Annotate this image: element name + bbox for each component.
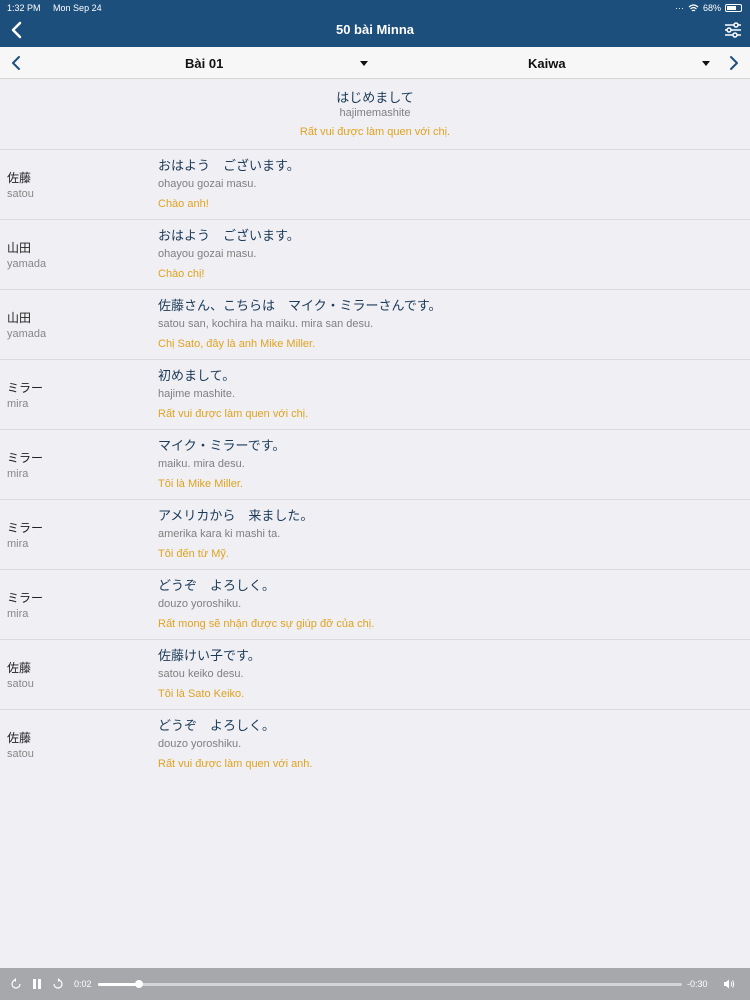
line-japanese: 初めまして。 (158, 368, 236, 383)
signal-icon: ··· (674, 3, 684, 13)
dialogue-row[interactable]: ミラー mira 初めまして。 hajime mashite. Rất vui đượ… (0, 360, 750, 430)
speaker-romaji: satou (7, 188, 34, 200)
speaker-name: 山田 (7, 241, 32, 255)
speaker-romaji: yamada (7, 258, 47, 270)
speaker-name: ミラー (7, 451, 44, 465)
line-japanese: おはよう ございます。 (158, 158, 300, 173)
content-type-caret-icon[interactable] (702, 61, 710, 66)
audio-player: 0:02 -0:30 (0, 968, 750, 1000)
line-vietnamese: Chị Sato, đây là anh Mike Miller. (158, 338, 316, 350)
line-romaji: douzo yoroshiku. (158, 738, 242, 750)
status-date: Mon Sep 24 (53, 3, 102, 13)
app-header: 1:32 PM Mon Sep 24 ··· 68% 50 bài Minna (0, 0, 750, 47)
line-vietnamese: Tôi là Sato Keiko. (158, 688, 245, 700)
dialogue-row[interactable]: 山田 yamada 佐藤さん、こちらは マイク・ミラーさんです。 satou san… (0, 290, 750, 360)
line-japanese: おはよう ございます。 (158, 228, 300, 243)
dialogue-row[interactable]: 山田 yamada おはよう ございます。 ohayou gozai masu. Ch… (0, 220, 750, 290)
line-vietnamese: Rất vui được làm quen với chị. (158, 408, 309, 420)
line-japanese: 佐藤けい子です。 (158, 648, 261, 663)
line-japanese: 佐藤さん、こちらは マイク・ミラーさんです。 (158, 298, 442, 313)
dialogue-row[interactable]: ミラー mira マイク・ミラーです。 maiku. mira desu. Tôi l… (0, 430, 750, 500)
speaker-romaji: mira (7, 538, 29, 550)
intro-romaji: hajimemashite (339, 107, 411, 119)
speaker-romaji: mira (7, 468, 29, 480)
dialogue-row[interactable]: 佐藤 satou どうぞ よろしく。 douzo yoroshiku. Rất vui… (0, 710, 750, 780)
line-romaji: ohayou gozai masu. (158, 248, 257, 260)
status-time: 1:32 PM (7, 3, 41, 13)
progress-fill (98, 983, 139, 986)
forward-icon[interactable] (52, 978, 64, 990)
dialogue-row[interactable]: ミラー mira どうぞ よろしく。 douzo yoroshiku. Rất mon… (0, 570, 750, 640)
dialogue-row[interactable]: ミラー mira アメリカから 来ました。 amerika kara ki mash… (0, 500, 750, 570)
battery-icon (725, 4, 742, 12)
dialogue-row[interactable]: 佐藤 satou おはよう ございます。 ohayou gozai masu. Chà… (0, 150, 750, 220)
battery-percent: 68% (702, 3, 721, 13)
remaining-time: -0:30 (687, 979, 708, 989)
speaker-romaji: satou (7, 748, 34, 760)
intro-vietnamese: Rất vui được làm quen với chị. (299, 126, 451, 138)
speaker-romaji: mira (7, 608, 29, 620)
line-romaji: satou san, kochira ha maiku. mira san de… (158, 318, 374, 330)
dialogue-row[interactable]: 佐藤 satou 佐藤けい子です。 satou keiko desu. Tôi là … (0, 640, 750, 710)
lesson-dropdown-caret-icon[interactable] (360, 61, 368, 66)
speaker-name: 佐藤 (7, 661, 32, 675)
speaker-name: ミラー (7, 521, 44, 535)
line-romaji: hajime mashite. (158, 388, 236, 400)
dialogue-intro[interactable]: はじめまして hajimemashite Rất vui được làm qu… (0, 80, 750, 150)
line-vietnamese: Tôi là Mike Miller. (158, 478, 243, 490)
progress-knob[interactable] (134, 980, 143, 988)
lesson-selector-bar: Bài 01 Kaiwa (0, 47, 750, 79)
speaker-romaji: mira (7, 398, 29, 410)
elapsed-time: 0:02 (74, 979, 92, 989)
pause-icon[interactable] (31, 978, 43, 990)
line-vietnamese: Rất mong sẽ nhận được sự giúp đỡ của chị… (158, 618, 375, 630)
status-bar: 1:32 PM Mon Sep 24 ··· 68% (0, 2, 750, 14)
intro-japanese: はじめまして (336, 90, 414, 105)
speaker-name: ミラー (7, 591, 44, 605)
line-japanese: どうぞ よろしく。 (158, 718, 276, 733)
speaker-name: 佐藤 (7, 171, 32, 185)
content-type-dropdown[interactable]: Kaiwa (528, 56, 566, 71)
next-lesson-icon[interactable] (727, 53, 741, 73)
speaker-romaji: yamada (7, 328, 47, 340)
rewind-icon[interactable] (10, 978, 22, 990)
speaker-name: ミラー (7, 381, 44, 395)
speaker-romaji: satou (7, 678, 34, 690)
line-japanese: どうぞ よろしく。 (158, 578, 276, 593)
lesson-dropdown[interactable]: Bài 01 (185, 56, 223, 71)
line-romaji: amerika kara ki mashi ta. (158, 528, 281, 540)
line-vietnamese: Chào chị! (158, 268, 205, 280)
line-vietnamese: Tôi đến từ Mỹ. (158, 548, 229, 560)
line-japanese: マイク・ミラーです。 (158, 438, 286, 453)
progress-slider[interactable] (98, 980, 682, 988)
line-vietnamese: Rất vui được làm quen với anh. (158, 758, 313, 770)
line-romaji: ohayou gozai masu. (158, 178, 257, 190)
volume-icon[interactable] (723, 978, 735, 990)
line-romaji: douzo yoroshiku. (158, 598, 242, 610)
line-romaji: maiku. mira desu. (158, 458, 245, 470)
settings-sliders-icon[interactable] (724, 21, 742, 39)
speaker-name: 山田 (7, 311, 32, 325)
line-japanese: アメリカから 来ました。 (158, 508, 314, 523)
previous-lesson-icon[interactable] (9, 53, 23, 73)
page-title: 50 bài Minna (335, 22, 415, 37)
line-romaji: satou keiko desu. (158, 668, 244, 680)
wifi-icon (688, 3, 699, 11)
line-vietnamese: Chào anh! (158, 198, 209, 210)
speaker-name: 佐藤 (7, 731, 32, 745)
